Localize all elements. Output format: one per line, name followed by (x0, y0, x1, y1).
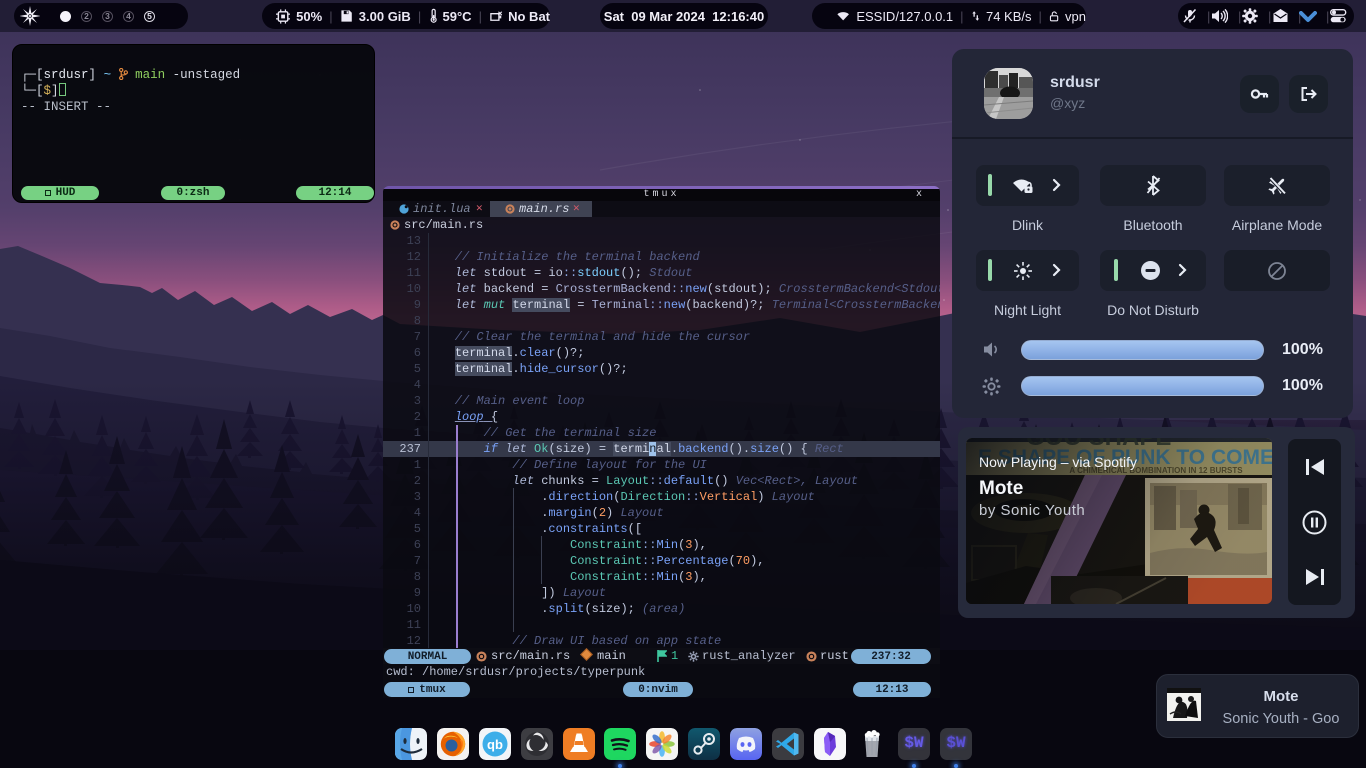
svg-text:qb: qb (487, 737, 503, 752)
